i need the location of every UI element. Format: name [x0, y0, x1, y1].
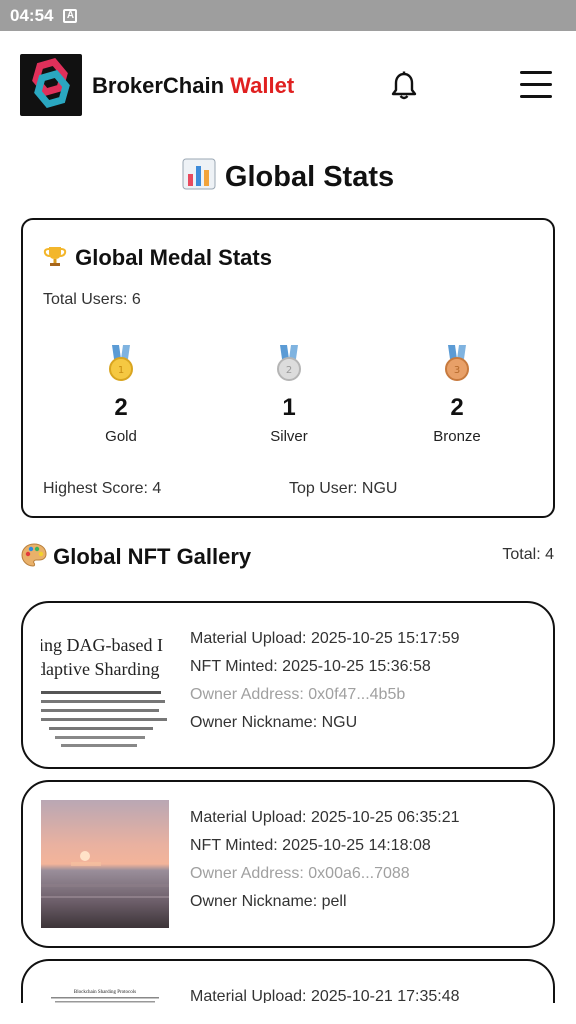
svg-text:3: 3 — [454, 365, 460, 376]
material-upload: Material Upload: 2025-10-25 15:17:59 — [190, 630, 460, 647]
page-title-text: Global Stats — [224, 161, 395, 193]
bronze-count: 2 — [450, 394, 464, 421]
svg-text:2: 2 — [286, 365, 292, 376]
svg-text:1: 1 — [118, 365, 124, 376]
gallery-heading: Global NFT Gallery — [21, 542, 251, 570]
gold-label: Gold — [105, 428, 137, 445]
nft-card[interactable]: Material Upload: 2025-10-25 06:35:21 NFT… — [21, 780, 555, 948]
medal-stats-title: Global Medal Stats — [75, 245, 272, 270]
material-upload: Material Upload: 2025-10-25 06:35:21 — [190, 809, 460, 826]
material-upload: Material Upload: 2025-10-21 17:35:48 — [190, 988, 460, 1003]
app-header: BrokerChain Wallet — [0, 31, 576, 135]
nft-minted: NFT Minted: 2025-10-25 15:36:58 — [190, 658, 431, 675]
brand-title: BrokerChain Wallet — [92, 73, 294, 99]
medal-stats-card: Global Medal Stats Total Users: 6 1 2 Go… — [21, 218, 555, 518]
silver-label: Silver — [270, 428, 308, 445]
trophy-icon — [43, 244, 69, 271]
palette-icon — [21, 543, 53, 569]
owner-address: Owner Address: 0x0f47...4b5b — [190, 686, 406, 703]
owner-nickname: Owner Nickname: NGU — [190, 714, 358, 731]
notification-bell-icon[interactable] — [391, 71, 417, 101]
status-time: 04:54 — [10, 5, 54, 25]
nft-card[interactable]: ing DAG-based I daptive Sharding Materia… — [21, 601, 555, 769]
nft-thumbnail[interactable]: ing DAG-based I daptive Sharding — [41, 621, 169, 749]
svg-text:ing DAG-based I: ing DAG-based I — [41, 635, 163, 655]
status-bar: 04:54 A — [0, 0, 576, 31]
svg-text:Blockchain Sharding Protocols: Blockchain Sharding Protocols — [74, 990, 136, 995]
gallery-title: Global NFT Gallery — [53, 544, 252, 569]
svg-text:daptive Sharding: daptive Sharding — [41, 659, 159, 679]
nft-info: Material Upload: 2025-10-21 17:35:48 — [190, 983, 460, 1003]
nft-card[interactable]: Blockchain Sharding Protocols Material U… — [21, 959, 555, 1003]
brokerchain-logo — [20, 54, 82, 116]
gold-medal: 1 2 Gold — [66, 345, 176, 445]
bronze-medal: 3 2 Bronze — [402, 345, 512, 445]
silver-medal: 2 1 Silver — [234, 345, 344, 445]
bronze-label: Bronze — [433, 428, 481, 445]
nft-info: Material Upload: 2025-10-25 06:35:21 NFT… — [190, 804, 460, 916]
gold-count: 2 — [114, 394, 128, 421]
owner-address: Owner Address: 0x00a6...7088 — [190, 865, 410, 882]
top-user: Top User: NGU — [289, 480, 398, 497]
silver-medal-icon: 2 — [276, 345, 302, 385]
brand-accent: Wallet — [230, 73, 295, 98]
silver-count: 1 — [282, 394, 296, 421]
page-title: Global Stats — [0, 158, 576, 194]
highest-score: Highest Score: 4 — [43, 480, 162, 497]
notification-a-icon: A — [63, 8, 78, 23]
medal-stats-heading: Global Medal Stats — [43, 244, 272, 271]
gallery-total: Total: 4 — [502, 546, 554, 563]
brand-name: BrokerChain — [92, 73, 225, 98]
gold-medal-icon: 1 — [108, 345, 134, 385]
nft-info: Material Upload: 2025-10-25 15:17:59 NFT… — [190, 625, 460, 737]
owner-nickname: Owner Nickname: pell — [190, 893, 347, 910]
bronze-medal-icon: 3 — [444, 345, 470, 385]
nft-thumbnail[interactable] — [41, 800, 169, 928]
total-users: Total Users: 6 — [43, 291, 141, 308]
hamburger-menu-icon[interactable] — [520, 71, 552, 99]
nft-minted: NFT Minted: 2025-10-25 14:18:08 — [190, 837, 431, 854]
nft-thumbnail[interactable]: Blockchain Sharding Protocols — [41, 979, 169, 1003]
bar-chart-icon — [182, 158, 225, 193]
